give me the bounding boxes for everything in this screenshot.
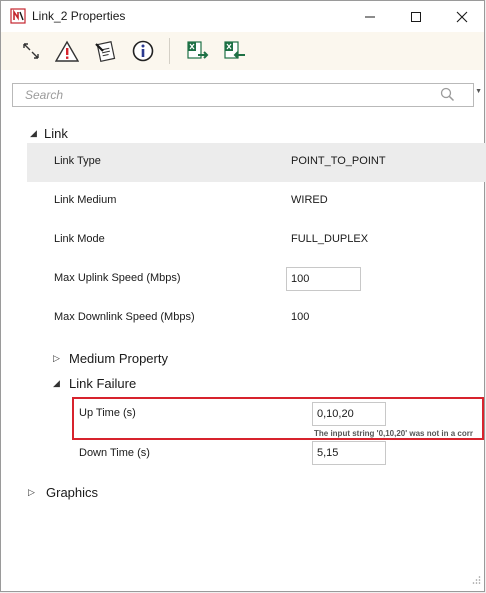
group-graphics[interactable]: ▷ Graphics [28,482,98,502]
property-value: FULL_DUPLEX [291,233,369,245]
minimize-button[interactable] [347,1,393,32]
property-name: Link Medium [54,194,117,206]
maximize-button[interactable] [393,1,439,32]
property-row-link-medium[interactable]: Link Medium WIRED [27,182,486,221]
max-uplink-input[interactable] [286,267,361,291]
title-bar: Link_2 Properties [1,1,484,32]
warning-button[interactable] [53,37,81,65]
edit-document-button[interactable] [91,37,119,65]
collapse-triangle-icon[interactable]: ◢ [30,128,44,139]
group-link-failure-label: Link Failure [69,375,137,391]
property-row-down-time[interactable]: Down Time (s) [51,433,486,472]
group-medium-property-label: Medium Property [69,350,168,366]
property-row-max-uplink[interactable]: Max Uplink Speed (Mbps) [27,260,486,299]
toolbar-scrollbar[interactable]: ▼ [474,32,484,95]
scroll-down-arrow-icon[interactable]: ▼ [475,88,482,95]
property-row-link-mode[interactable]: Link Mode FULL_DUPLEX [27,221,486,260]
property-value: 100 [291,311,310,323]
info-button[interactable] [129,37,157,65]
property-name: Max Uplink Speed (Mbps) [54,272,181,284]
warning-icon [55,40,79,62]
property-value: POINT_TO_POINT [291,155,386,167]
maximize-icon [411,11,421,22]
property-row-link-type[interactable]: Link Type POINT_TO_POINT [27,143,486,182]
property-name: Max Downlink Speed (Mbps) [54,311,195,323]
group-link-label: Link [44,125,68,141]
properties-window: Link_2 Properties ▼ Search ◢ Link Link T… [0,0,486,592]
toolbar [1,32,476,70]
import-excel-button[interactable] [221,37,249,65]
search-input[interactable] [13,84,445,106]
expand-collapse-icon [23,43,39,59]
group-graphics-label: Graphics [46,484,99,500]
property-name: Link Mode [54,233,105,245]
window-title: Link_2 Properties [32,9,126,23]
expand-triangle-icon[interactable]: ▷ [53,353,67,364]
close-icon [456,11,468,22]
search-box[interactable] [12,83,474,107]
import-excel-icon [224,41,245,59]
app-logo-icon [10,8,26,24]
resize-grip-icon[interactable] [471,574,481,588]
property-row-max-downlink[interactable]: Max Downlink Speed (Mbps) 100 [27,299,486,338]
export-excel-icon [187,41,209,59]
collapse-triangle-icon[interactable]: ◢ [53,378,67,389]
group-medium-property[interactable]: ▷ Medium Property [53,348,168,368]
expand-triangle-icon[interactable]: ▷ [28,487,42,498]
toolbar-separator [169,38,170,64]
search-icon[interactable] [440,87,455,105]
minimize-icon [365,16,375,17]
expand-collapse-button[interactable] [17,37,45,65]
property-value: WIRED [291,194,328,206]
property-name: Down Time (s) [79,447,150,459]
property-name: Link Type [54,155,101,167]
edit-document-icon [95,41,116,62]
group-link[interactable]: ◢ Link [30,123,68,143]
close-button[interactable] [439,1,485,32]
export-excel-button[interactable] [184,37,212,65]
group-link-failure[interactable]: ◢ Link Failure [53,373,136,393]
info-icon [132,40,154,62]
down-time-input[interactable] [312,441,386,465]
